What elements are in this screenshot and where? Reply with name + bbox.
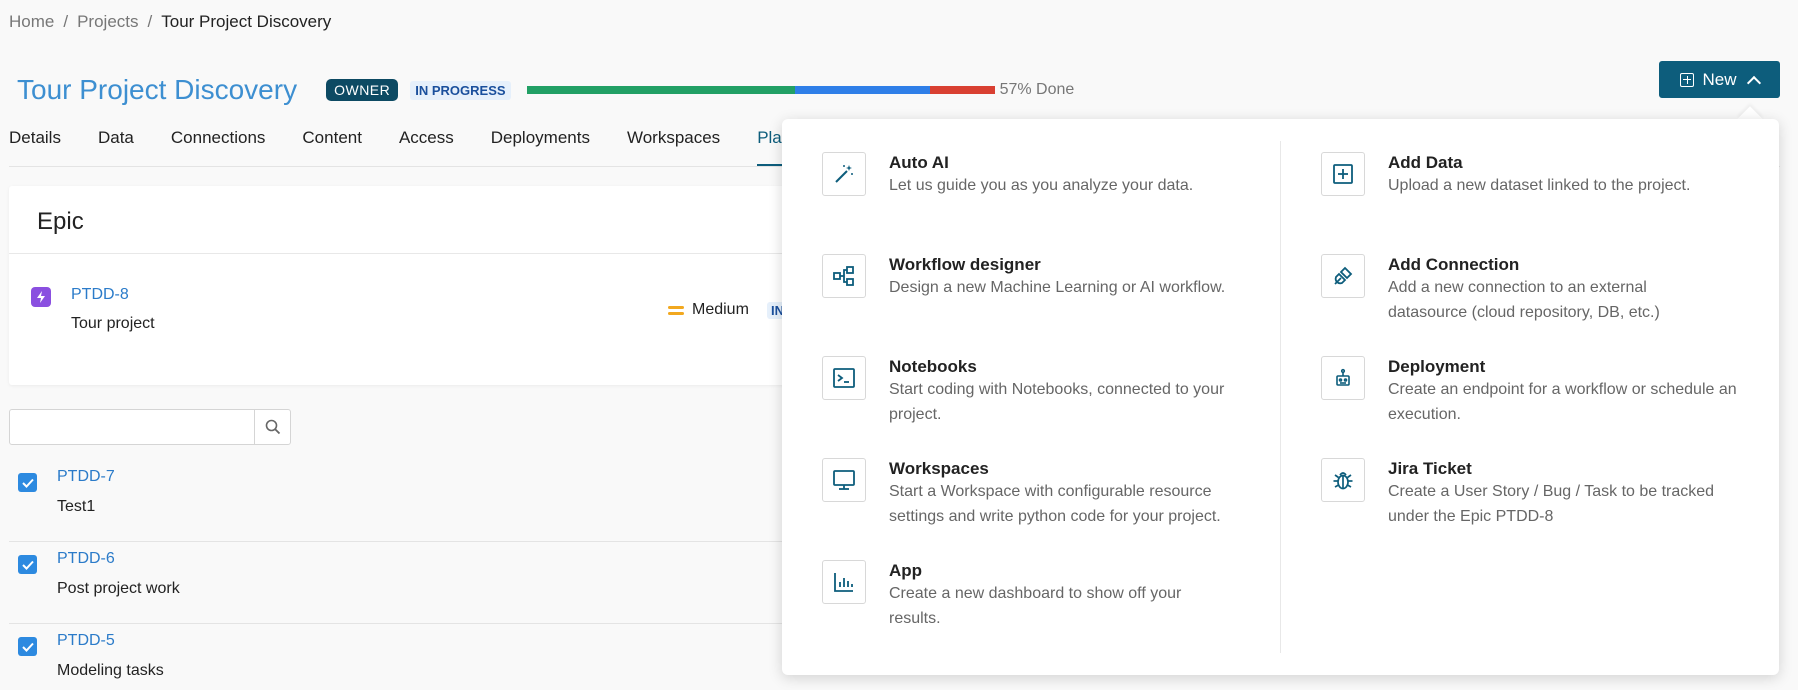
list-item: PTDD-5 Modeling tasks: [9, 624, 829, 690]
robot-icon: [1321, 356, 1365, 400]
chevron-up-icon: [1746, 75, 1761, 90]
tab-data[interactable]: Data: [98, 128, 134, 166]
menu-item-title: App: [889, 561, 923, 580]
menu-item-description: Start a Workspace with configurable reso…: [889, 483, 1221, 525]
progress-segment-other: [929, 86, 995, 94]
lightning-icon: [31, 287, 51, 307]
menu-item-deployment[interactable]: Deployment Create an endpoint for a work…: [1321, 356, 1743, 427]
epic-priority: Medium: [668, 301, 749, 319]
menu-item-title: Deployment: [1388, 357, 1486, 376]
breadcrumb-home[interactable]: Home: [9, 12, 54, 32]
list-item: PTDD-7 Test1: [9, 460, 829, 542]
menu-item-add-data[interactable]: Add Data Upload a new dataset linked to …: [1321, 152, 1758, 198]
monitor-icon: [822, 458, 866, 502]
breadcrumb-separator: /: [63, 12, 69, 31]
menu-item-description: Let us guide you as you analyze your dat…: [889, 177, 1194, 194]
progress-label: 57% Done: [999, 81, 1075, 98]
menu-item-add-connection[interactable]: Add Connection Add a new connection to a…: [1321, 254, 1688, 325]
search-icon: [265, 419, 280, 435]
menu-item-title: Jira Ticket: [1388, 459, 1472, 478]
status-badge: IN PROGRESS: [410, 80, 511, 100]
breadcrumb-separator: /: [147, 12, 153, 31]
breadcrumb-projects[interactable]: Projects: [77, 12, 138, 32]
menu-item-app[interactable]: App Create a new dashboard to show off y…: [822, 560, 1234, 631]
menu-item-title: Workspaces: [889, 459, 989, 478]
workflow-icon: [822, 254, 866, 298]
menu-item-title: Workflow designer: [889, 255, 1041, 274]
tab-content[interactable]: Content: [302, 128, 362, 166]
tab-connections[interactable]: Connections: [171, 128, 266, 166]
progress-segment-done: [526, 86, 795, 94]
tab-deployments[interactable]: Deployments: [491, 128, 590, 166]
epic-heading: Epic: [9, 186, 829, 254]
menu-item-auto-ai[interactable]: Auto AI Let us guide you as you analyze …: [822, 152, 1244, 198]
menu-item-description: Create an endpoint for a workflow or sch…: [1388, 381, 1737, 423]
plus-square-icon: [1321, 152, 1365, 196]
progress-bar: [526, 86, 995, 94]
epic-key-link[interactable]: PTDD-8: [71, 286, 129, 304]
menu-item-jira-ticket[interactable]: Jira Ticket Create a User Story / Bug / …: [1321, 458, 1738, 529]
menu-item-description: Create a User Story / Bug / Task to be t…: [1388, 483, 1715, 525]
bug-icon: [1321, 458, 1365, 502]
menu-item-description: Create a new dashboard to show off your …: [889, 585, 1182, 627]
task-checkbox[interactable]: [18, 473, 37, 492]
task-summary: Modeling tasks: [57, 662, 164, 679]
epic-summary: Tour project: [71, 315, 155, 332]
priority-label: Medium: [692, 301, 749, 318]
breadcrumb: Home / Projects / Tour Project Discovery: [9, 12, 331, 32]
epic-card: Epic PTDD-8 Tour project Medium IN: [9, 186, 829, 385]
menu-item-title: Auto AI: [889, 153, 949, 172]
new-button-label: New: [1702, 69, 1737, 89]
task-key-link[interactable]: PTDD-5: [57, 632, 115, 650]
task-search: [9, 409, 291, 445]
plus-square-icon: [1680, 72, 1695, 87]
task-summary: Post project work: [57, 580, 180, 597]
role-badge: OWNER: [326, 79, 399, 101]
plug-icon: [1321, 254, 1365, 298]
task-list: PTDD-7 Test1 PTDD-6 Post project work PT…: [9, 460, 829, 690]
breadcrumb-current: Tour Project Discovery: [161, 12, 332, 31]
task-checkbox[interactable]: [18, 555, 37, 574]
menu-item-title: Notebooks: [889, 357, 977, 376]
task-key-link[interactable]: PTDD-6: [57, 550, 115, 568]
menu-item-workflow-designer[interactable]: Workflow designer Design a new Machine L…: [822, 254, 1249, 300]
new-button[interactable]: New: [1659, 61, 1780, 98]
tab-workspaces[interactable]: Workspaces: [627, 128, 720, 166]
priority-medium-icon: [668, 304, 684, 316]
menu-item-title: Add Connection: [1388, 255, 1520, 274]
tab-access[interactable]: Access: [399, 128, 454, 166]
bar-chart-icon: [822, 560, 866, 604]
project-header: Tour Project Discovery OWNER IN PROGRESS…: [17, 72, 1074, 108]
tab-details[interactable]: Details: [9, 128, 61, 166]
magic-wand-icon: [822, 152, 866, 196]
menu-item-description: Start coding with Notebooks, connected t…: [889, 381, 1225, 423]
search-button[interactable]: [254, 410, 290, 444]
new-menu-dropdown: Auto AI Let us guide you as you analyze …: [782, 119, 1779, 675]
search-input[interactable]: [10, 410, 254, 444]
list-item: PTDD-6 Post project work: [9, 542, 829, 624]
task-key-link[interactable]: PTDD-7: [57, 468, 115, 486]
menu-item-title: Add Data: [1388, 153, 1463, 172]
task-summary: Test1: [57, 498, 96, 515]
menu-item-description: Design a new Machine Learning or AI work…: [889, 279, 1226, 296]
menu-item-description: Upload a new dataset linked to the proje…: [1388, 177, 1691, 194]
menu-item-workspaces[interactable]: Workspaces Start a Workspace with config…: [822, 458, 1254, 529]
menu-item-notebooks[interactable]: Notebooks Start coding with Notebooks, c…: [822, 356, 1244, 427]
task-checkbox[interactable]: [18, 637, 37, 656]
menu-item-description: Add a new connection to an external data…: [1388, 279, 1660, 321]
menu-column-divider: [1280, 141, 1281, 653]
project-tabs: Details Data Connections Content Access …: [9, 128, 841, 166]
progress-segment-in-progress: [794, 86, 930, 94]
page-title: Tour Project Discovery: [17, 74, 298, 105]
terminal-icon: [822, 356, 866, 400]
